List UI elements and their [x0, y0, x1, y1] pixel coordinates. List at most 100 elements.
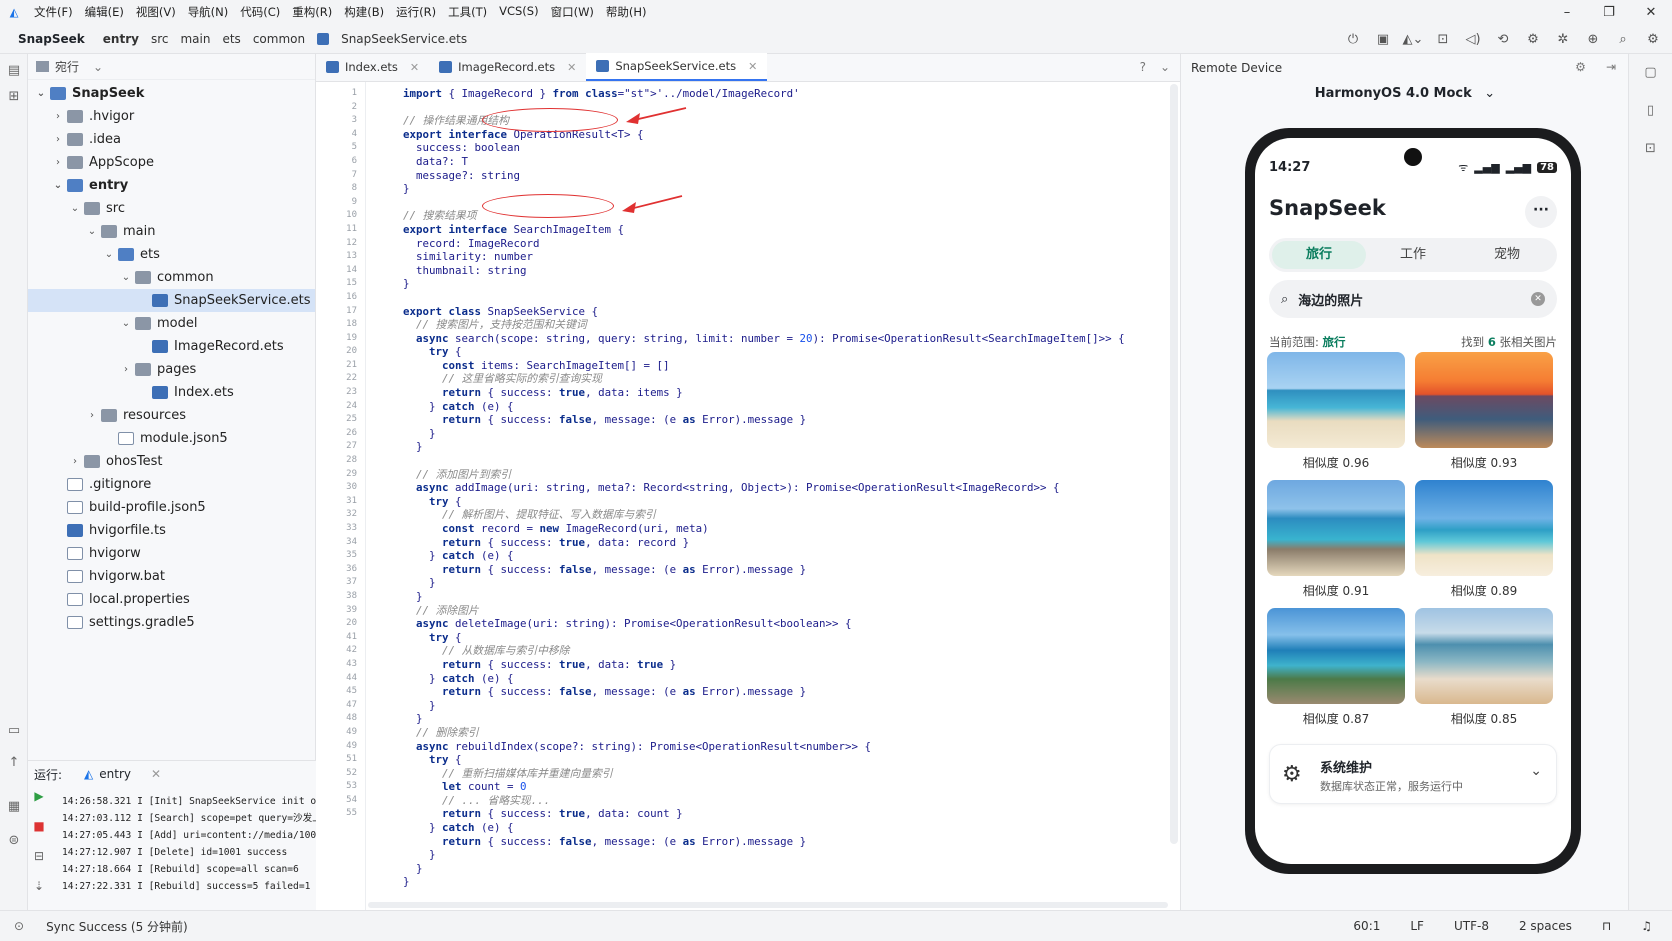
chevron-down-icon[interactable]: ⌄	[85, 226, 99, 237]
tree-item[interactable]: ⌄ model	[28, 312, 315, 335]
chevron-down-icon[interactable]: ⌄	[93, 60, 103, 74]
maintenance-card[interactable]: ⚙ 系统维护 数据库状态正常，服务运行中 ⌄	[1269, 744, 1557, 804]
photo-thumbnail[interactable]	[1415, 608, 1553, 704]
terminal-icon[interactable]: ▭	[0, 718, 28, 744]
run-tab[interactable]: ◭ entry ✕	[84, 767, 161, 781]
debug-icon[interactable]: ✲	[1550, 28, 1576, 50]
more-button[interactable]: ···	[1525, 196, 1557, 228]
tree-item[interactable]: ⌄ src	[28, 197, 315, 220]
breadcrumb-item[interactable]: entry	[97, 32, 145, 46]
project-name[interactable]: SnapSeek	[0, 32, 97, 46]
tree-item[interactable]: local.properties	[28, 588, 315, 611]
maximize-icon[interactable]: ❐	[1588, 0, 1630, 24]
menu-item[interactable]: 运行(R)	[390, 4, 442, 20]
breadcrumb-item[interactable]: ets	[216, 32, 246, 46]
chevron-down-icon[interactable]: ⌄	[1530, 763, 1542, 779]
device-selector[interactable]: HarmonyOS 4.0 Mock ⌄	[1181, 86, 1629, 101]
menu-item[interactable]: 帮助(H)	[600, 4, 653, 20]
close-icon[interactable]: ✕	[567, 61, 576, 74]
minimize-icon[interactable]: –	[1546, 0, 1588, 24]
arrow-up-icon[interactable]: ↑	[0, 750, 28, 776]
chevron-down-icon[interactable]: ⌄	[68, 203, 82, 214]
stop-icon[interactable]: ■	[33, 819, 44, 833]
structure-icon[interactable]: ⊞	[0, 84, 28, 110]
scope-tab[interactable]: 宠物	[1460, 241, 1554, 269]
tree-item[interactable]: › .idea	[28, 128, 315, 151]
tree-item[interactable]: ImageRecord.ets	[28, 335, 315, 358]
menu-item[interactable]: 代码(C)	[234, 4, 286, 20]
tree-item[interactable]: › AppScope	[28, 151, 315, 174]
chevron-right-icon[interactable]: ›	[119, 364, 133, 375]
tree-item[interactable]: SnapSeekService.ets	[28, 289, 315, 312]
editor-tab[interactable]: ImageRecord.ets ✕	[429, 53, 586, 81]
scope-tab[interactable]: 旅行	[1272, 241, 1366, 269]
chevron-down-icon[interactable]: ⌄	[119, 272, 133, 283]
log-icon[interactable]: ▦	[0, 794, 28, 820]
menu-item[interactable]: 重构(R)	[286, 4, 338, 20]
tree-item[interactable]: hvigorw.bat	[28, 565, 315, 588]
breadcrumb-item[interactable]: main	[174, 32, 216, 46]
device-manager-icon[interactable]: ▯	[1629, 92, 1672, 130]
tree-item[interactable]: settings.gradle5	[28, 611, 315, 634]
project-panel-title[interactable]: 宛行	[55, 58, 79, 75]
rotate-icon[interactable]: ⟲	[1490, 28, 1516, 50]
zoom-icon[interactable]: ⊕	[1580, 28, 1606, 50]
tree-item[interactable]: ⌄ common	[28, 266, 315, 289]
print-icon[interactable]: ⊟	[34, 849, 44, 863]
chevron-right-icon[interactable]: ›	[51, 111, 65, 122]
lock-icon[interactable]: ⊓	[1602, 919, 1611, 933]
breadcrumb-item[interactable]: src	[145, 32, 175, 46]
power-icon[interactable]: ⏻	[1340, 28, 1366, 50]
rerun-icon[interactable]: ▶	[34, 789, 43, 803]
run-config-icon[interactable]: ◭⌄	[1400, 28, 1426, 50]
scroll-end-icon[interactable]: ⇣	[34, 879, 44, 893]
tree-item[interactable]: ⌄ SnapSeek	[28, 82, 315, 105]
tree-item[interactable]: build-profile.json5	[28, 496, 315, 519]
chevron-down-icon[interactable]: ⌄	[119, 318, 133, 329]
vertical-scrollbar[interactable]	[1170, 84, 1178, 844]
menu-item[interactable]: 窗口(W)	[545, 4, 600, 20]
tree-item[interactable]: › resources	[28, 404, 315, 427]
menu-item[interactable]: 编辑(E)	[79, 4, 130, 20]
volume-icon[interactable]: ◁)	[1460, 28, 1486, 50]
photo-thumbnail[interactable]	[1415, 352, 1553, 448]
menu-item[interactable]: VCS(S)	[493, 4, 544, 20]
tree-item[interactable]: module.json5	[28, 427, 315, 450]
tree-item[interactable]: .gitignore	[28, 473, 315, 496]
chevron-right-icon[interactable]: ›	[51, 157, 65, 168]
search-icon[interactable]: ⌕	[1610, 28, 1636, 50]
close-icon[interactable]: ✕	[748, 60, 757, 73]
gear-icon[interactable]: ⚙	[1640, 28, 1666, 50]
chevron-down-icon[interactable]: ⌄	[51, 180, 65, 191]
line-ending[interactable]: LF	[1410, 919, 1424, 933]
tree-item[interactable]: › ohosTest	[28, 450, 315, 473]
help-icon[interactable]: ?	[1140, 60, 1146, 74]
chevron-right-icon[interactable]: ›	[85, 410, 99, 421]
menu-item[interactable]: 工具(T)	[442, 4, 493, 20]
photo-thumbnail[interactable]	[1267, 352, 1405, 448]
tree-item[interactable]: hvigorfile.ts	[28, 519, 315, 542]
menu-item[interactable]: 视图(V)	[130, 4, 182, 20]
breadcrumb-item[interactable]: SnapSeekService.ets	[335, 32, 473, 46]
editor-tab[interactable]: Index.ets ✕	[316, 53, 429, 81]
tree-item[interactable]: › pages	[28, 358, 315, 381]
scope-tab[interactable]: 工作	[1366, 241, 1460, 269]
chevron-right-icon[interactable]: ›	[68, 456, 82, 467]
file-encoding[interactable]: UTF-8	[1454, 919, 1489, 933]
tree-item[interactable]: Index.ets	[28, 381, 315, 404]
tree-item[interactable]: hvigorw	[28, 542, 315, 565]
chevron-down-icon[interactable]: ⌄	[102, 249, 116, 260]
close-window-icon[interactable]: ✕	[1630, 0, 1672, 24]
tree-item[interactable]: ⌄ main	[28, 220, 315, 243]
indent-setting[interactable]: 2 spaces	[1519, 919, 1572, 933]
menu-item[interactable]: 导航(N)	[182, 4, 235, 20]
chevron-down-icon[interactable]: ⌄	[1160, 60, 1170, 74]
editor-tab[interactable]: SnapSeekService.ets ✕	[586, 53, 768, 81]
search-input[interactable]: ⌕ 海边的照片 ✕	[1269, 280, 1557, 318]
problems-icon[interactable]: ⊜	[0, 828, 28, 854]
breadcrumb-item[interactable]: common	[247, 32, 311, 46]
pin-icon[interactable]: ⇥	[1606, 60, 1616, 74]
tree-item[interactable]: › .hvigor	[28, 105, 315, 128]
menu-item[interactable]: 文件(F)	[28, 4, 79, 20]
photo-thumbnail[interactable]	[1267, 608, 1405, 704]
